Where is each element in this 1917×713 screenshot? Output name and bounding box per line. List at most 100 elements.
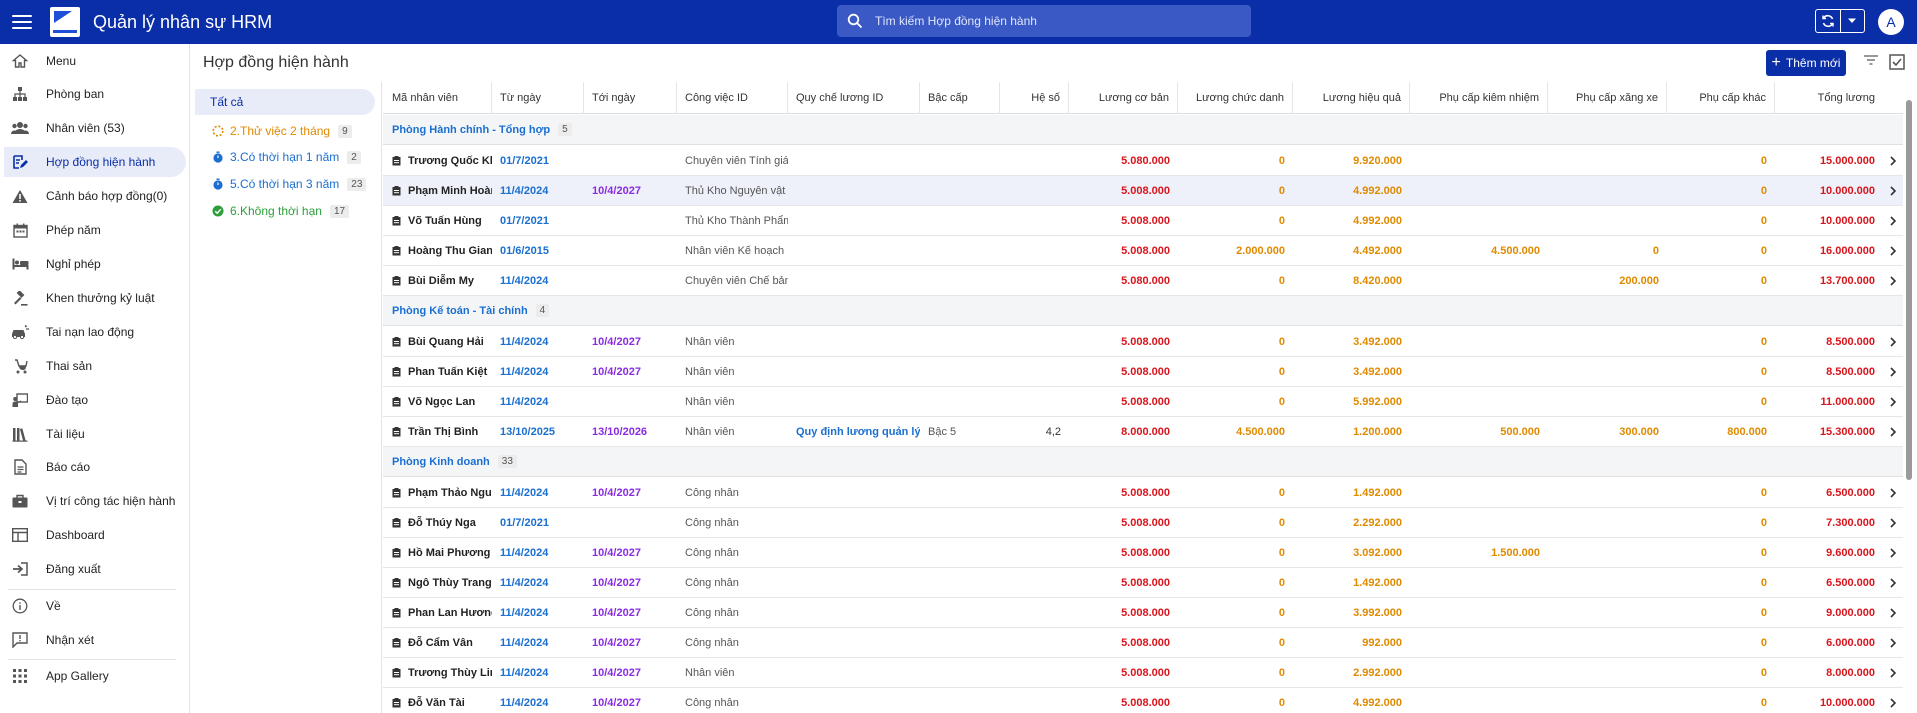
table-row[interactable]: Đỗ Văn Tài 11/4/2024 10/4/2027 Công nhân 5.0… <box>383 688 1903 713</box>
sidebar-item-maternity[interactable]: Thai sản <box>4 351 186 381</box>
row-open-chevron-icon[interactable] <box>1883 568 1903 598</box>
end-date-cell <box>584 266 677 296</box>
title-salary-cell: 0 <box>1278 607 1285 619</box>
column-header[interactable]: Mã nhân viên <box>383 82 492 114</box>
sidebar-item-current-contracts[interactable]: Hợp đồng hiện hành <box>4 147 186 177</box>
sidebar-item-app-gallery[interactable]: App Gallery <box>4 661 186 691</box>
column-header[interactable]: Quy chế lương ID <box>788 82 920 114</box>
table-row[interactable]: Phạm Thảo Nguyên 11/4/2024 10/4/2027 Công n… <box>383 478 1903 508</box>
row-open-chevron-icon[interactable] <box>1883 176 1903 206</box>
row-open-chevron-icon[interactable] <box>1883 688 1903 713</box>
table-row[interactable]: Phạm Minh Hoàn 11/4/2024 10/4/2027 Thủ Kho … <box>383 176 1903 206</box>
employee-name: Hồ Mai Phương <box>408 547 491 559</box>
group-row[interactable]: Phòng Kinh doanh 33 <box>383 447 1903 477</box>
employee-name: Bùi Quang Hải <box>408 336 484 348</box>
search-input[interactable] <box>875 14 1251 28</box>
column-header[interactable]: Phụ cấp kiêm nhiệm <box>1410 82 1548 114</box>
filter-all[interactable]: Tất cả <box>195 89 375 115</box>
table-row[interactable]: Ngô Thùy Trang 11/4/2024 10/4/2027 Công nhâ… <box>383 568 1903 598</box>
sidebar-item-training[interactable]: Đào tạo <box>4 385 186 415</box>
performance-salary-cell: 4.992.000 <box>1353 697 1402 709</box>
column-header[interactable]: Lương hiệu quả <box>1293 82 1410 114</box>
table-row[interactable]: Trần Thị Bình 13/10/2025 13/10/2026 Nhân vi… <box>383 417 1903 447</box>
row-open-chevron-icon[interactable] <box>1883 478 1903 508</box>
hamburger-menu-icon[interactable] <box>12 15 32 29</box>
column-header[interactable]: Từ ngày <box>492 82 584 114</box>
sidebar-item-documents[interactable]: Tài liệu <box>4 419 186 449</box>
add-new-button[interactable]: + Thêm mới <box>1766 50 1846 76</box>
sidebar-item-reports[interactable]: Báo cáo <box>4 452 186 482</box>
vertical-scrollbar[interactable] <box>1906 100 1912 480</box>
table-row[interactable]: Hồ Mai Phương 11/4/2024 10/4/2027 Công nhân… <box>383 538 1903 568</box>
column-header[interactable]: Công việc ID <box>677 82 788 114</box>
table-row[interactable]: Đỗ Cẩm Vân 11/4/2024 10/4/2027 Công nhân 5.0… <box>383 628 1903 658</box>
search-box[interactable] <box>837 5 1251 37</box>
sidebar-item-rewards-discipline[interactable]: Khen thưởng kỷ luật <box>4 283 186 313</box>
row-open-chevron-icon[interactable] <box>1883 266 1903 296</box>
row-open-chevron-icon[interactable] <box>1883 628 1903 658</box>
employee-name: Võ Ngọc Lan <box>408 396 476 408</box>
row-open-chevron-icon[interactable] <box>1883 658 1903 688</box>
filter-indefinite[interactable]: 6.Không thời hạn 17 <box>212 202 350 220</box>
table-row[interactable]: Võ Tuấn Hùng 01/7/2021 Thủ Kho Thành Phẩm 5… <box>383 206 1903 236</box>
table-row[interactable]: Trương Quốc Khá 01/7/2021 Chuyên viên Tính… <box>383 146 1903 176</box>
sidebar-item-feedback[interactable]: Nhận xét <box>4 625 186 655</box>
contract-doc-icon <box>392 246 401 256</box>
filter-3-years[interactable]: 5.Có thời hạn 3 năm 23 <box>212 175 367 193</box>
row-open-chevron-icon[interactable] <box>1883 357 1903 387</box>
sidebar-item-departments[interactable]: Phòng ban <box>4 79 186 109</box>
sidebar-item-contract-warnings[interactable]: Cảnh báo hợp đồng(0) <box>4 181 186 211</box>
row-open-chevron-icon[interactable] <box>1883 206 1903 236</box>
sidebar-item-label: Nhận xét <box>46 633 95 647</box>
table-row[interactable]: Đỗ Thúy Nga 01/7/2021 Công nhân 5.008.000 0 2… <box>383 508 1903 538</box>
row-open-chevron-icon[interactable] <box>1883 146 1903 176</box>
table-row[interactable]: Trương Thùy Linh 11/4/2024 10/4/2027 Nhân v… <box>383 658 1903 688</box>
sidebar-item-about[interactable]: Về <box>4 591 186 621</box>
sidebar-item-current-positions[interactable]: Vị trí công tác hiện hành <box>4 486 186 516</box>
row-open-chevron-icon[interactable] <box>1883 598 1903 628</box>
sync-dropdown-button[interactable] <box>1839 10 1864 32</box>
column-header[interactable]: Bậc cấp <box>920 82 1000 114</box>
sidebar-item-menu[interactable]: Menu <box>4 46 186 76</box>
column-header[interactable]: Phụ cấp khác <box>1667 82 1775 114</box>
sidebar-item-annual-leave[interactable]: Phép năm <box>4 215 186 245</box>
group-row[interactable]: Phòng Kế toán - Tài chính 4 <box>383 296 1903 326</box>
user-avatar[interactable]: A <box>1878 9 1904 35</box>
row-open-chevron-icon[interactable] <box>1883 417 1903 447</box>
row-open-chevron-icon[interactable] <box>1883 327 1903 357</box>
filter-1-year[interactable]: 3.Có thời hạn 1 năm 2 <box>212 148 361 166</box>
column-header[interactable]: Lương cơ bản <box>1069 82 1178 114</box>
coefficient-cell <box>1000 357 1069 387</box>
row-open-chevron-icon[interactable] <box>1883 387 1903 417</box>
column-header[interactable]: Phụ cấp xăng xe <box>1548 82 1667 114</box>
row-open-chevron-icon[interactable] <box>1883 236 1903 266</box>
filter-icon[interactable] <box>1864 55 1878 65</box>
table-row[interactable]: Bùi Quang Hải 11/4/2024 10/4/2027 Nhân viên… <box>383 327 1903 357</box>
sidebar-item-dashboard[interactable]: Dashboard <box>4 520 186 550</box>
column-header[interactable]: Tới ngày <box>584 82 677 114</box>
column-header[interactable]: Lương chức danh <box>1178 82 1293 114</box>
grade-cell <box>920 266 1000 296</box>
table-row[interactable]: Phan Lan Hương 11/4/2024 10/4/2027 Công nhâ… <box>383 598 1903 628</box>
job-cell: Thủ Kho Thành Phẩm <box>685 215 788 227</box>
filter-probation[interactable]: 2.Thử việc 2 tháng 9 <box>212 122 352 140</box>
group-row[interactable]: Phòng Hành chính - Tổng hợp 5 <box>383 115 1903 145</box>
select-checkbox-icon[interactable] <box>1889 54 1905 70</box>
sidebar-item-work-accidents[interactable]: Tai nạn lao động <box>4 317 186 347</box>
column-header[interactable]: Hệ số <box>1000 82 1069 114</box>
table-row[interactable]: Phan Tuấn Kiệt 11/4/2024 10/4/2027 Nhân viê… <box>383 357 1903 387</box>
sync-button[interactable] <box>1816 10 1840 32</box>
sidebar-item-logout[interactable]: Đăng xuất <box>4 554 186 584</box>
column-header[interactable]: Tổng lương <box>1775 82 1883 114</box>
start-date-cell: 11/4/2024 <box>500 396 549 408</box>
row-open-chevron-icon[interactable] <box>1883 508 1903 538</box>
row-open-chevron-icon[interactable] <box>1883 538 1903 568</box>
performance-salary-cell: 1.492.000 <box>1353 487 1402 499</box>
start-date-cell: 11/4/2024 <box>500 336 549 348</box>
table-row[interactable]: Hoàng Thu Giang 01/6/2015 Nhân viên Kế hoạ… <box>383 236 1903 266</box>
table-row[interactable]: Võ Ngọc Lan 11/4/2024 Nhân viên 5.008.000 0 5… <box>383 387 1903 417</box>
sidebar-item-leave[interactable]: Nghỉ phép <box>4 249 186 279</box>
app-logo <box>50 7 80 37</box>
sidebar-item-employees[interactable]: Nhân viên (53) <box>4 113 186 143</box>
table-row[interactable]: Bùi Diễm My 11/4/2024 Chuyên viên Chế bản … <box>383 266 1903 296</box>
